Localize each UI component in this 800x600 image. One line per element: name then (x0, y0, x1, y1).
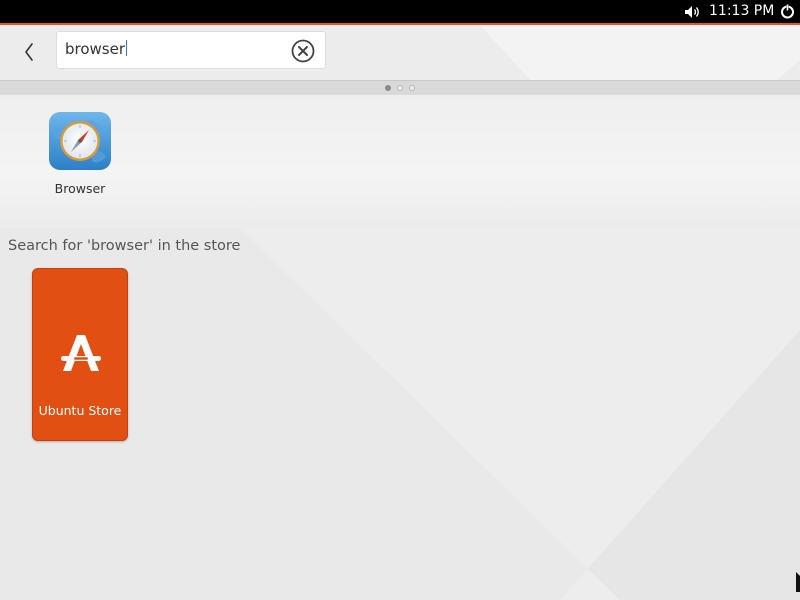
store-section-title: Search for 'browser' in the store (8, 238, 241, 254)
chevron-left-icon (25, 43, 33, 61)
app-label-browser: Browser (54, 181, 106, 196)
installed-apps-section: Browser (0, 95, 800, 228)
search-field[interactable]: browser (56, 31, 326, 69)
mouse-cursor-icon (796, 572, 800, 592)
app-tile-browser[interactable]: Browser (40, 111, 120, 201)
page-dot[interactable] (397, 85, 403, 91)
compass-icon (49, 112, 111, 170)
volume-icon[interactable] (684, 5, 702, 19)
clock-indicator[interactable]: 11:13 PM (709, 3, 774, 20)
indicator-bar-accent (0, 23, 800, 25)
power-icon[interactable] (779, 3, 796, 20)
page-dot[interactable] (385, 85, 391, 91)
search-query-text: browser (65, 40, 126, 58)
scope-page-indicator (0, 81, 800, 95)
search-input[interactable]: browser (65, 40, 128, 58)
text-caret (126, 40, 128, 56)
clear-circle-icon[interactable] (291, 39, 315, 63)
search-header: browser (0, 25, 800, 81)
ubuntu-store-icon (61, 335, 101, 371)
indicator-bar: 11:13 PM (0, 0, 800, 23)
ubuntu-store-label: Ubuntu Store (38, 403, 122, 418)
page-dot[interactable] (409, 85, 415, 91)
ubuntu-store-card[interactable]: Ubuntu Store (32, 268, 128, 441)
dash-screen: 11:13 PM browser Browser Search for 'bro… (0, 0, 800, 600)
back-button[interactable] (14, 37, 44, 67)
